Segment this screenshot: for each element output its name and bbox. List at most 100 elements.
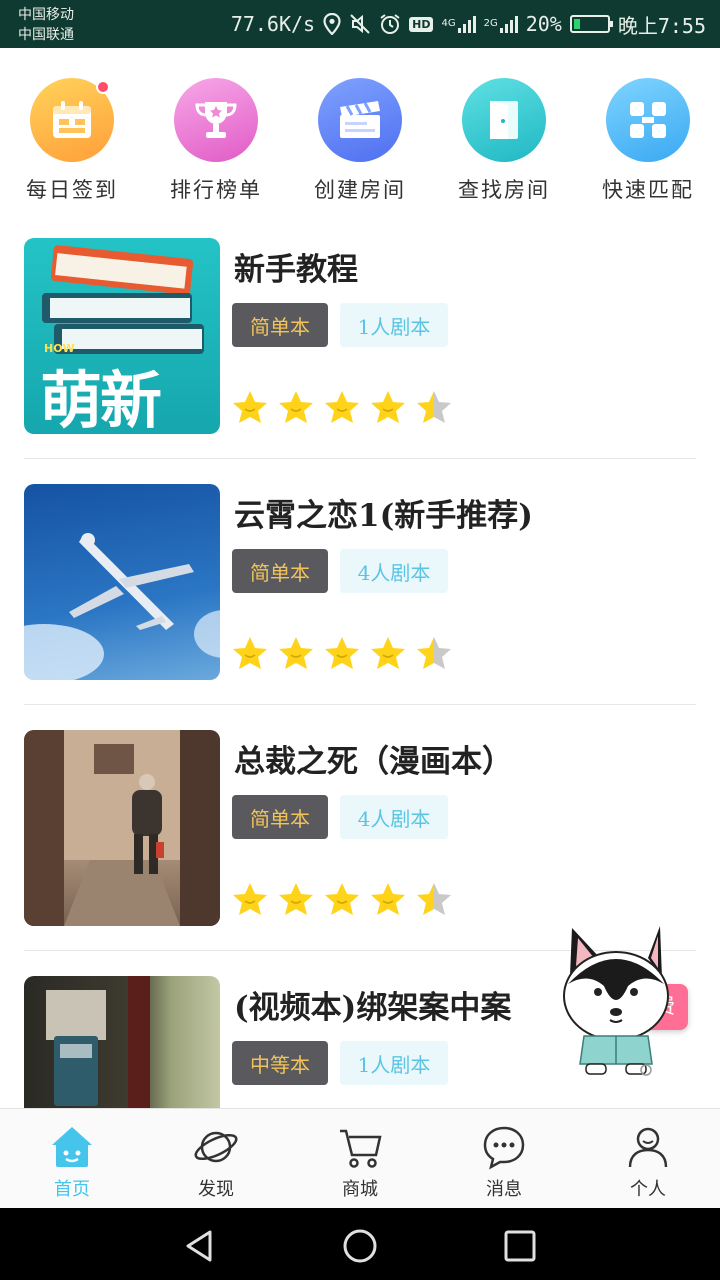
clock: 晚上7:55 [617,13,706,38]
nav-label: 发现 [198,1179,234,1200]
star-icon [417,637,451,669]
husky-mascot-icon [563,926,669,1076]
status-indicators: 77.6K/s HD 4G 2G 20% 晚上7:55 [231,10,706,38]
card-title: 总裁之死（漫画本） [234,744,513,780]
signal-4g-icon: 4G [441,15,476,33]
nav-label: 个人 [630,1179,666,1200]
quick-menu: 每日签到 排行榜单 创建房间 查找房间 快速匹配 [0,72,720,212]
bottom-nav: 首页 发现 商城 消息 个人 [0,1108,720,1208]
cast-tag: 1人剧本 [340,303,448,347]
quick-menu-find-room[interactable]: 查找房间 [444,72,564,204]
star-icon [325,637,359,669]
battery-percent: 20% [525,12,562,36]
carrier-info: 中国移动 中国联通 [18,5,74,45]
carrier-2: 中国联通 [18,27,74,43]
planet-icon [194,1131,238,1163]
quick-menu-label: 查找房间 [458,178,550,202]
status-bar: 中国移动 中国联通 77.6K/s HD 4G 2G 20% 晚上7:55 [0,0,720,48]
card-title: 云霄之恋1(新手推荐) [234,498,533,534]
card-title: (视频本)绑架案中案 [234,990,512,1026]
difficulty-tag: 简单本 [232,303,328,347]
thumb-big-text: 萌新 [40,364,162,434]
notification-dot [96,80,110,94]
rating-stars [230,388,454,428]
floating-mascot[interactable]: 费 [556,924,696,1080]
card-thumbnail [24,730,220,926]
card-thumbnail: HOW 萌新 [24,238,220,434]
battery-icon [569,15,613,33]
door-icon [490,101,518,139]
rating-stars [230,634,454,674]
net-speed: 77.6K/s [230,12,316,36]
star-icon [371,391,405,423]
nav-home[interactable]: 首页 [0,1109,144,1209]
quick-menu-icon-bg [318,78,402,162]
home-circle-icon[interactable] [340,1226,380,1266]
clapperboard-icon [340,101,380,138]
star-icon [279,637,313,669]
quick-menu-label: 创建房间 [314,178,406,202]
quick-menu-icon-bg [30,78,114,162]
calendar-icon [53,101,91,138]
carrier-1: 中国移动 [18,7,74,23]
star-icon [325,391,359,423]
star-icon [233,883,267,915]
mute-icon [349,13,371,35]
quick-menu-label: 快速匹配 [602,178,694,202]
divider [24,458,696,459]
card-thumbnail [24,976,220,1108]
signal-2g-label: 2G [483,18,498,29]
location-icon [323,13,341,35]
system-nav-bar [0,1208,720,1280]
quick-menu-checkin[interactable]: 每日签到 [12,72,132,204]
divider [24,704,696,705]
cart-icon [340,1129,382,1168]
nav-label: 首页 [54,1179,90,1200]
nav-shop[interactable]: 商城 [288,1109,432,1209]
grid-icon [630,102,666,138]
star-icon [371,637,405,669]
star-icon [233,391,267,423]
chat-icon [483,1126,525,1170]
script-card[interactable]: HOW 萌新 新手教程 简单本 1人剧本 [24,238,696,434]
cast-tag: 4人剧本 [340,549,448,593]
star-icon [279,391,313,423]
nav-messages[interactable]: 消息 [432,1109,576,1209]
cast-tag: 1人剧本 [340,1041,448,1085]
rating-stars [230,880,454,920]
difficulty-tag: 简单本 [232,795,328,839]
trophy-icon [195,102,237,138]
star-icon [233,637,267,669]
star-icon [279,883,313,915]
star-icon [325,883,359,915]
quick-menu-icon-bg [462,78,546,162]
quick-menu-label: 排行榜单 [170,178,262,202]
battery-fill [573,19,580,29]
difficulty-tag: 中等本 [232,1041,328,1085]
hd-badge: HD [409,16,434,32]
card-title: 新手教程 [234,252,358,288]
signal-2g-icon: 2G [484,15,518,33]
difficulty-tag: 简单本 [232,549,328,593]
user-icon [628,1127,668,1168]
nav-label: 消息 [486,1179,522,1200]
nav-discover[interactable]: 发现 [144,1109,288,1209]
quick-menu-icon-bg [174,78,258,162]
nav-label: 商城 [342,1179,378,1200]
recents-icon[interactable] [500,1226,540,1266]
script-card[interactable]: 云霄之恋1(新手推荐) 简单本 4人剧本 [24,484,696,680]
quick-menu-quick-match[interactable]: 快速匹配 [588,72,708,204]
signal-4g-label: 4G [441,18,456,29]
back-icon[interactable] [180,1226,220,1266]
alarm-icon [379,13,401,35]
cast-tag: 4人剧本 [340,795,448,839]
home-icon [52,1127,92,1167]
quick-menu-create-room[interactable]: 创建房间 [300,72,420,204]
script-card[interactable]: 总裁之死（漫画本） 简单本 4人剧本 [24,730,696,926]
star-icon [417,391,451,423]
nav-profile[interactable]: 个人 [576,1109,720,1209]
quick-menu-ranking[interactable]: 排行榜单 [156,72,276,204]
star-icon [417,883,451,915]
quick-menu-icon-bg [606,78,690,162]
quick-menu-label: 每日签到 [26,178,118,202]
